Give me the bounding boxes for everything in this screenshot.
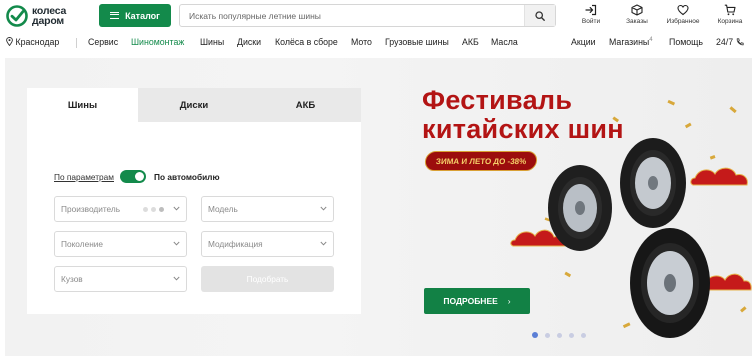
mode-by-params[interactable]: По параметрам bbox=[54, 172, 114, 182]
nav-item-tires[interactable]: Шины bbox=[200, 37, 224, 47]
search-icon bbox=[535, 10, 545, 21]
nav-item-batteries[interactable]: АКБ bbox=[462, 37, 479, 47]
support-label: 24/7 bbox=[716, 37, 734, 47]
heart-icon bbox=[677, 4, 689, 16]
stores-count: 4 bbox=[649, 37, 653, 44]
nav-item-oils[interactable]: Масла bbox=[491, 37, 518, 47]
nav-item-support-24-7[interactable]: 24/7 bbox=[716, 37, 744, 47]
nav-item-tire-fitting[interactable]: Шиномонтаж bbox=[131, 37, 184, 47]
logo-text: колеса даром bbox=[32, 6, 66, 27]
body-placeholder: Кузов bbox=[61, 274, 83, 284]
orders-label: Заказы bbox=[626, 18, 648, 25]
tire-picker-panel: Шины Диски АКБ По параметрам По автомоби… bbox=[27, 88, 361, 314]
phone-icon bbox=[736, 38, 744, 46]
tab-batteries[interactable]: АКБ bbox=[250, 88, 361, 122]
carousel-dot-4[interactable] bbox=[569, 332, 574, 338]
arrow-right-icon: › bbox=[507, 296, 511, 306]
cart-button[interactable]: Корзина bbox=[710, 4, 750, 25]
mode-by-car[interactable]: По автомобилю bbox=[154, 172, 220, 182]
city-label: Краснодар bbox=[15, 37, 60, 47]
hero-banner: Шины Диски АКБ По параметрам По автомоби… bbox=[5, 58, 752, 356]
carousel-dot-1[interactable] bbox=[532, 332, 538, 338]
manufacturer-select[interactable]: Производитель bbox=[54, 196, 187, 222]
modification-placeholder: Модификация bbox=[208, 239, 263, 249]
pick-button[interactable]: Подобрать bbox=[201, 266, 334, 292]
chevron-down-icon bbox=[173, 241, 180, 246]
carousel-dot-3[interactable] bbox=[557, 332, 562, 338]
favorites-label: Избранное bbox=[666, 18, 700, 25]
search-button[interactable] bbox=[524, 5, 555, 26]
tab-disks[interactable]: Диски bbox=[138, 88, 250, 122]
loading-dots-icon bbox=[143, 207, 164, 212]
logo-check-icon bbox=[6, 5, 28, 27]
tire-center bbox=[620, 138, 686, 228]
nav-item-wheels[interactable]: Колёса в сборе bbox=[275, 37, 338, 47]
chevron-down-icon bbox=[173, 276, 180, 281]
site-header: колеса даром Каталог Войти Заказы bbox=[0, 0, 752, 32]
stores-label: Магазины bbox=[609, 37, 650, 47]
login-label: Войти bbox=[581, 18, 601, 25]
nav-item-promotions[interactable]: Акции bbox=[571, 37, 596, 47]
tire-left bbox=[548, 165, 612, 251]
catalog-label: Каталог bbox=[125, 10, 160, 21]
body-select[interactable]: Кузов bbox=[54, 266, 187, 292]
mode-toggle[interactable] bbox=[120, 170, 146, 183]
model-placeholder: Модель bbox=[208, 204, 238, 214]
tab-tires[interactable]: Шины bbox=[27, 88, 138, 122]
search-bar bbox=[179, 4, 556, 27]
chevron-down-icon bbox=[320, 241, 327, 246]
login-icon bbox=[585, 4, 597, 16]
login-button[interactable]: Войти bbox=[571, 4, 611, 25]
manufacturer-placeholder: Производитель bbox=[61, 204, 121, 214]
nav-divider bbox=[76, 38, 77, 48]
catalog-button[interactable]: Каталог bbox=[99, 4, 171, 27]
cart-label: Корзина bbox=[717, 18, 743, 25]
search-input[interactable] bbox=[180, 5, 520, 26]
nav-item-moto[interactable]: Мото bbox=[351, 37, 372, 47]
carousel-dot-5[interactable] bbox=[581, 332, 586, 338]
more-details-button[interactable]: ПОДРОБНЕЕ › bbox=[424, 288, 530, 314]
cart-icon bbox=[724, 4, 736, 16]
promo-tires-image bbox=[510, 99, 752, 338]
carousel-pagination bbox=[532, 332, 586, 338]
city-selector[interactable]: Краснодар bbox=[6, 37, 59, 47]
nav-item-help[interactable]: Помощь bbox=[669, 37, 703, 47]
nav-item-stores[interactable]: Магазины4 bbox=[609, 37, 653, 47]
favorites-button[interactable]: Избранное bbox=[663, 4, 703, 25]
site-logo[interactable]: колеса даром bbox=[6, 5, 66, 27]
nav-item-truck-tires[interactable]: Грузовые шины bbox=[385, 37, 449, 47]
generation-placeholder: Поколение bbox=[61, 239, 104, 249]
tire-front bbox=[630, 228, 710, 338]
menu-icon bbox=[110, 12, 120, 19]
chevron-down-icon bbox=[173, 206, 180, 211]
main-nav: Краснодар Сервис Шиномонтаж Шины Диски К… bbox=[0, 34, 752, 52]
nav-item-disks[interactable]: Диски bbox=[237, 37, 261, 47]
more-details-label: ПОДРОБНЕЕ bbox=[443, 296, 498, 306]
carousel-dot-2[interactable] bbox=[545, 332, 550, 338]
generation-select[interactable]: Поколение bbox=[54, 231, 187, 257]
location-pin-icon bbox=[6, 37, 13, 47]
search-mode-switch: По параметрам По автомобилю bbox=[54, 170, 220, 183]
box-icon bbox=[631, 4, 643, 16]
logo-line-2: даром bbox=[32, 15, 64, 27]
model-select[interactable]: Модель bbox=[201, 196, 334, 222]
chevron-down-icon bbox=[320, 206, 327, 211]
nav-item-service[interactable]: Сервис bbox=[88, 37, 118, 47]
modification-select[interactable]: Модификация bbox=[201, 231, 334, 257]
orders-button[interactable]: Заказы bbox=[617, 4, 657, 25]
picker-tabs: Шины Диски АКБ bbox=[27, 88, 361, 122]
